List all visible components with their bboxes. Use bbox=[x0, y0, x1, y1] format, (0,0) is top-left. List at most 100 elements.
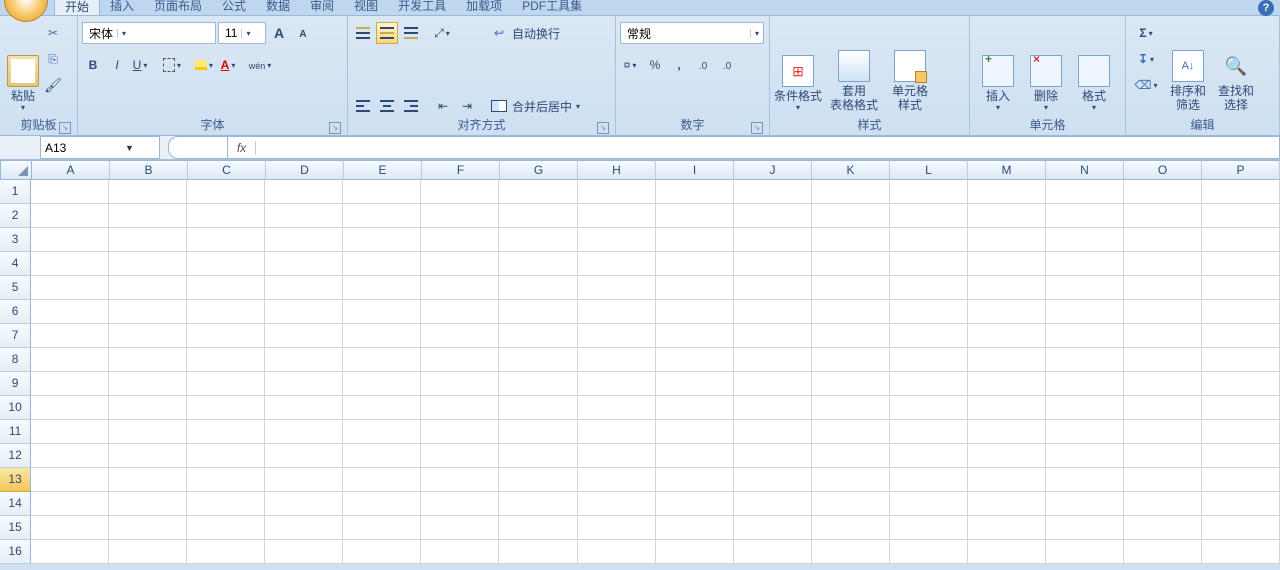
row-header[interactable]: 14 bbox=[0, 492, 31, 516]
cell[interactable] bbox=[578, 516, 656, 540]
percent-button[interactable] bbox=[644, 54, 666, 76]
cell[interactable] bbox=[1202, 204, 1280, 228]
tab-4[interactable]: 数据 bbox=[256, 0, 300, 15]
cell[interactable] bbox=[343, 420, 421, 444]
cell[interactable] bbox=[31, 276, 109, 300]
column-header[interactable]: P bbox=[1202, 160, 1280, 180]
cell[interactable] bbox=[421, 252, 499, 276]
cell[interactable] bbox=[890, 492, 968, 516]
cell[interactable] bbox=[1124, 492, 1202, 516]
cell[interactable] bbox=[109, 468, 187, 492]
cell[interactable] bbox=[734, 348, 812, 372]
row-header[interactable]: 7 bbox=[0, 324, 31, 348]
cell[interactable] bbox=[890, 324, 968, 348]
cell[interactable] bbox=[578, 396, 656, 420]
cell[interactable] bbox=[1202, 516, 1280, 540]
cell[interactable] bbox=[265, 204, 343, 228]
cell[interactable] bbox=[812, 204, 890, 228]
cell[interactable] bbox=[421, 228, 499, 252]
clear-button[interactable]: ▾ bbox=[1136, 74, 1158, 96]
cell[interactable] bbox=[31, 372, 109, 396]
cell[interactable] bbox=[1124, 348, 1202, 372]
cell[interactable] bbox=[968, 444, 1046, 468]
cell[interactable] bbox=[31, 516, 109, 540]
cell[interactable] bbox=[578, 204, 656, 228]
cell[interactable] bbox=[656, 420, 734, 444]
cell[interactable] bbox=[421, 444, 499, 468]
cell[interactable] bbox=[890, 300, 968, 324]
cell[interactable] bbox=[1046, 276, 1124, 300]
cell[interactable] bbox=[499, 420, 577, 444]
cell[interactable] bbox=[812, 228, 890, 252]
cell[interactable] bbox=[656, 492, 734, 516]
cell[interactable] bbox=[890, 444, 968, 468]
column-header[interactable]: C bbox=[188, 160, 266, 180]
cell[interactable] bbox=[968, 468, 1046, 492]
cell[interactable] bbox=[265, 348, 343, 372]
cell[interactable] bbox=[265, 300, 343, 324]
formula-input[interactable] bbox=[256, 137, 1279, 158]
cell[interactable] bbox=[109, 396, 187, 420]
decrease-decimal-button[interactable] bbox=[716, 54, 738, 76]
cell[interactable] bbox=[1202, 468, 1280, 492]
cell[interactable] bbox=[1202, 444, 1280, 468]
cell[interactable] bbox=[656, 324, 734, 348]
conditional-format-button[interactable]: 条件格式▾ bbox=[774, 18, 822, 114]
cell[interactable] bbox=[968, 324, 1046, 348]
cell[interactable] bbox=[656, 468, 734, 492]
italic-button[interactable] bbox=[106, 54, 128, 76]
cell[interactable] bbox=[499, 492, 577, 516]
cell[interactable] bbox=[187, 516, 265, 540]
tab-5[interactable]: 审阅 bbox=[300, 0, 344, 15]
cell[interactable] bbox=[343, 468, 421, 492]
cell[interactable] bbox=[187, 468, 265, 492]
row-header[interactable]: 12 bbox=[0, 444, 31, 468]
cell[interactable] bbox=[1124, 228, 1202, 252]
cell[interactable] bbox=[890, 348, 968, 372]
cell[interactable] bbox=[656, 348, 734, 372]
column-header[interactable]: D bbox=[266, 160, 344, 180]
increase-decimal-button[interactable] bbox=[692, 54, 714, 76]
cell[interactable] bbox=[968, 252, 1046, 276]
cell[interactable] bbox=[890, 396, 968, 420]
cell[interactable] bbox=[578, 420, 656, 444]
cell[interactable] bbox=[109, 228, 187, 252]
cell[interactable] bbox=[578, 180, 656, 204]
cell[interactable] bbox=[1046, 516, 1124, 540]
row-header[interactable]: 9 bbox=[0, 372, 31, 396]
increase-indent-button[interactable] bbox=[456, 95, 478, 117]
cell[interactable] bbox=[734, 372, 812, 396]
cell[interactable] bbox=[109, 372, 187, 396]
cell[interactable] bbox=[499, 228, 577, 252]
cell[interactable] bbox=[421, 420, 499, 444]
find-select-button[interactable]: 查找和 选择 bbox=[1212, 18, 1260, 114]
name-box[interactable]: ▼ bbox=[40, 136, 160, 159]
row-header[interactable]: 8 bbox=[0, 348, 31, 372]
cell[interactable] bbox=[499, 396, 577, 420]
cell[interactable] bbox=[187, 276, 265, 300]
cell[interactable] bbox=[812, 396, 890, 420]
cell[interactable] bbox=[734, 540, 812, 564]
cell[interactable] bbox=[734, 396, 812, 420]
cell[interactable] bbox=[499, 540, 577, 564]
cell[interactable] bbox=[499, 276, 577, 300]
align-left-button[interactable] bbox=[352, 95, 374, 117]
shrink-font-button[interactable] bbox=[292, 22, 314, 44]
cell[interactable] bbox=[265, 276, 343, 300]
cell[interactable] bbox=[499, 372, 577, 396]
cell[interactable] bbox=[1046, 252, 1124, 276]
cell[interactable] bbox=[421, 468, 499, 492]
cell[interactable] bbox=[421, 372, 499, 396]
format-painter-button[interactable] bbox=[42, 74, 64, 96]
cell[interactable] bbox=[499, 348, 577, 372]
cell[interactable] bbox=[734, 300, 812, 324]
cell[interactable] bbox=[187, 300, 265, 324]
cell[interactable] bbox=[578, 252, 656, 276]
number-launcher[interactable]: ↘ bbox=[751, 122, 763, 134]
cell[interactable] bbox=[890, 204, 968, 228]
cell[interactable] bbox=[109, 492, 187, 516]
cell[interactable] bbox=[1124, 444, 1202, 468]
cell[interactable] bbox=[109, 180, 187, 204]
cell[interactable] bbox=[578, 276, 656, 300]
paste-button[interactable]: 粘贴 ▾ bbox=[4, 18, 42, 114]
